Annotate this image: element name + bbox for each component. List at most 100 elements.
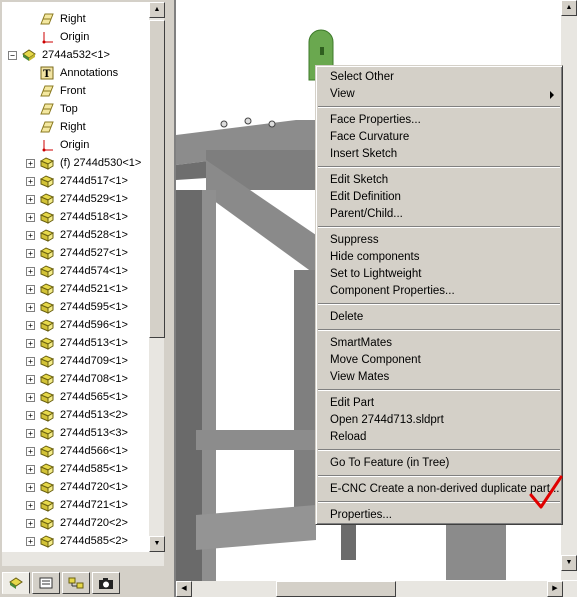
collapse-icon[interactable]: −	[8, 50, 17, 60]
tree-item[interactable]: +2744d574<1>	[2, 262, 148, 280]
annotations-icon: T	[39, 66, 55, 80]
tree-item[interactable]: − 2744a532<1>	[2, 46, 148, 64]
expand-icon[interactable]: +	[26, 500, 35, 510]
menu-item[interactable]: SmartMates	[330, 335, 392, 352]
expand-icon[interactable]: +	[26, 410, 35, 420]
menu-item[interactable]: Move Component	[330, 352, 421, 369]
scroll-thumb[interactable]	[149, 20, 165, 338]
tree-item-label: 2744d595<1>	[60, 301, 128, 313]
menu-item[interactable]: Edit Definition	[330, 189, 401, 206]
feature-manager-icon	[6, 575, 26, 594]
tree-item[interactable]: +2744d566<1>	[2, 442, 148, 460]
expand-icon[interactable]: +	[26, 338, 35, 348]
tree-item[interactable]: Right	[2, 10, 148, 28]
expand-icon[interactable]: +	[26, 320, 35, 330]
expand-icon[interactable]: +	[26, 194, 35, 204]
tree-item[interactable]: +2744d518<1>	[2, 208, 148, 226]
expand-icon[interactable]: +	[26, 428, 35, 438]
expand-icon[interactable]: +	[26, 302, 35, 312]
menu-item[interactable]: Edit Part	[330, 395, 374, 412]
expand-icon[interactable]: +	[26, 536, 35, 546]
tree-item[interactable]: +2744d596<1>	[2, 316, 148, 334]
expand-icon[interactable]: +	[26, 176, 35, 186]
scroll-down-button[interactable]: ▼	[149, 536, 165, 552]
expand-icon[interactable]: +	[26, 374, 35, 384]
tree-item[interactable]: +2744d565<1>	[2, 388, 148, 406]
tree-item[interactable]: Origin	[2, 136, 148, 154]
menu-item[interactable]: Parent/Child...	[330, 206, 403, 223]
menu-item[interactable]: View	[330, 86, 355, 103]
tree-item[interactable]: +2744d720<2>	[2, 514, 148, 532]
expand-icon[interactable]: +	[26, 464, 35, 474]
viewport-scroll-up-button[interactable]: ▲	[561, 0, 577, 16]
menu-item[interactable]: Select Other	[330, 69, 394, 86]
tab-configuration-manager[interactable]	[62, 572, 90, 594]
tree-vertical-scrollbar[interactable]: ▲ ▼	[148, 2, 165, 552]
scroll-up-button[interactable]: ▲	[149, 2, 165, 18]
tab-camera[interactable]	[92, 572, 120, 594]
menu-item[interactable]: E-CNC Create a non-derived duplicate par…	[330, 481, 559, 498]
menu-item[interactable]: Properties...	[330, 507, 392, 524]
tree-item[interactable]: Top	[2, 100, 148, 118]
viewport-scroll-down-button[interactable]: ▼	[561, 555, 577, 571]
expand-icon[interactable]: +	[26, 446, 35, 456]
menu-item[interactable]: Face Properties...	[330, 112, 421, 129]
part-icon	[39, 282, 55, 296]
menu-item[interactable]: View Mates	[330, 369, 389, 386]
menu-item[interactable]: Suppress	[330, 232, 379, 249]
tree-item[interactable]: Origin	[2, 28, 148, 46]
menu-item[interactable]: Component Properties...	[330, 283, 455, 300]
viewport-scroll-thumb[interactable]	[276, 581, 396, 597]
tree-item[interactable]: +2744d721<1>	[2, 496, 148, 514]
expand-icon[interactable]: +	[26, 266, 35, 276]
tab-property-manager[interactable]	[32, 572, 60, 594]
expand-icon[interactable]: +	[26, 356, 35, 366]
menu-item[interactable]: Edit Sketch	[330, 172, 388, 189]
tree-item[interactable]: +2744d527<1>	[2, 244, 148, 262]
tree-item[interactable]: + (f) 2744d530<1>	[2, 154, 148, 172]
tree-item[interactable]: +2744d513<3>	[2, 424, 148, 442]
tree-item-label: 2744d521<1>	[60, 283, 128, 295]
menu-item[interactable]: Set to Lightweight	[330, 266, 421, 283]
expand-icon[interactable]: +	[26, 482, 35, 492]
tree-item[interactable]: +2744d528<1>	[2, 226, 148, 244]
expand-icon[interactable]: +	[26, 212, 35, 222]
tree-item[interactable]: Right	[2, 118, 148, 136]
menu-item[interactable]: Face Curvature	[330, 129, 409, 146]
part-icon	[39, 336, 55, 350]
tree-item-label: (f) 2744d530<1>	[60, 157, 142, 169]
menu-item[interactable]: Go To Feature (in Tree)	[330, 455, 449, 472]
tree-horizontal-scrollbar[interactable]	[2, 552, 164, 566]
menu-item[interactable]: Reload	[330, 429, 366, 446]
expand-icon[interactable]: +	[26, 158, 35, 168]
manager-tabs	[2, 572, 170, 596]
feature-tree[interactable]: Right Origin − 2744a532<1> T Annotations Front…	[2, 2, 148, 552]
tree-item[interactable]: T Annotations	[2, 64, 148, 82]
tree-item[interactable]: +2744d708<1>	[2, 370, 148, 388]
tree-item[interactable]: +2744d585<1>	[2, 460, 148, 478]
tree-item[interactable]: +2744d517<1>	[2, 172, 148, 190]
camera-icon	[96, 575, 116, 594]
viewport-horizontal-scrollbar[interactable]: ◀ ▶	[176, 581, 577, 597]
expand-icon[interactable]: +	[26, 230, 35, 240]
menu-item[interactable]: Hide components	[330, 249, 420, 266]
tree-item[interactable]: +2744d513<1>	[2, 334, 148, 352]
tree-item[interactable]: Front	[2, 82, 148, 100]
tree-item[interactable]: +2744d585<2>	[2, 532, 148, 550]
tree-item[interactable]: +2744d529<1>	[2, 190, 148, 208]
expand-icon[interactable]: +	[26, 284, 35, 294]
expand-icon[interactable]: +	[26, 248, 35, 258]
tree-item[interactable]: +2744d521<1>	[2, 280, 148, 298]
tree-item[interactable]: +2744d720<1>	[2, 478, 148, 496]
expand-icon[interactable]: +	[26, 392, 35, 402]
menu-item[interactable]: Open 2744d713.sldprt	[330, 412, 444, 429]
menu-item[interactable]: Delete	[330, 309, 363, 326]
tree-item[interactable]: +2744d513<2>	[2, 406, 148, 424]
menu-item[interactable]: Insert Sketch	[330, 146, 397, 163]
tree-item[interactable]: +2744d709<1>	[2, 352, 148, 370]
viewport-scroll-left-button[interactable]: ◀	[176, 581, 192, 597]
expand-icon[interactable]: +	[26, 518, 35, 528]
viewport-scroll-right-button[interactable]: ▶	[547, 581, 563, 597]
tab-feature-manager[interactable]	[2, 572, 30, 594]
tree-item[interactable]: +2744d595<1>	[2, 298, 148, 316]
